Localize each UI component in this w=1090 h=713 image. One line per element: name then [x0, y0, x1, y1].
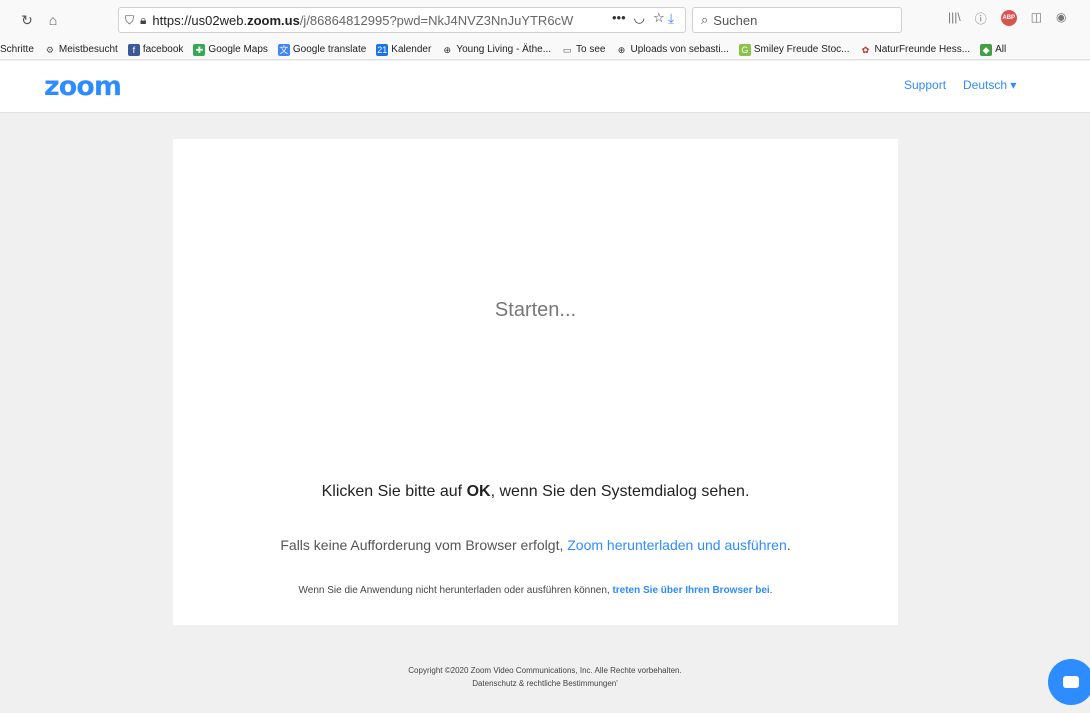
calendar-icon: 21 [376, 43, 389, 56]
bookmark-label: Uploads von sebasti... [630, 44, 729, 55]
support-link[interactable]: Support [904, 78, 946, 92]
library-icon[interactable]: |||\ [948, 10, 961, 27]
pocket-icon[interactable]: ◡ [634, 10, 645, 26]
bookmark-label: facebook [142, 44, 184, 55]
bookmark-label: Meistbesucht [58, 44, 118, 55]
bookmark-item[interactable]: ✿ NaturFreunde Hess... [859, 44, 970, 56]
more-icon[interactable]: ••• [612, 10, 626, 26]
download-prompt-text: Falls keine Aufforderung vom Browser erf… [280, 537, 568, 553]
instruction-ok: OK [466, 483, 491, 500]
browser-join-text: Wenn Sie die Anwendung nicht herunterlad… [298, 585, 613, 596]
browser-join-prompt: Wenn Sie die Anwendung nicht herunterlad… [173, 585, 898, 596]
bookmark-label: Young Living - Äthe... [456, 44, 552, 55]
bookmark-item[interactable]: ▭ To see [561, 44, 606, 56]
lock-icon: 🔒︎ [140, 12, 147, 27]
bookmark-label: Google translate [292, 44, 367, 55]
download-prompt: Falls keine Aufforderung vom Browser erf… [173, 537, 898, 553]
privacy-link[interactable]: Datenschutz & rechtliche Bestimmungen' [0, 677, 1090, 690]
bookmark-item[interactable]: ⊕ Young Living - Äthe... [441, 44, 551, 56]
bookmark-label: To see [576, 44, 606, 55]
starting-text: Starten... [494, 299, 577, 321]
gear-icon: ⚙ [45, 44, 54, 55]
zoom-logo[interactable]: zoom [44, 71, 122, 102]
footer: Copyright ©2020 Zoom Video Communication… [0, 664, 1090, 690]
chat-icon [1063, 676, 1079, 688]
url-host: zoom.us [247, 12, 300, 28]
instruction-pre: Klicken Sie bitte auf [321, 483, 467, 500]
zoom-header: zoom Support Deutsch ▾ [0, 61, 1090, 113]
facebook-icon: f [127, 43, 140, 56]
adblock-icon[interactable]: ABP [1000, 10, 1017, 26]
download-link[interactable]: Zoom herunterladen und ausführen [567, 537, 786, 553]
instruction-text: Klicken Sie bitte auf OK, wenn Sie den S… [173, 483, 898, 501]
globe-icon: ⊕ [617, 44, 626, 55]
bookmarks-bar: Schritte ⚙ Meistbesucht f facebook ✚ Google… [0, 40, 1090, 60]
download-icon[interactable]: ⤓ [668, 10, 674, 27]
download-prompt-end: . [786, 537, 791, 553]
browser-join-link[interactable]: treten Sie über Ihren Browser bei [612, 585, 769, 596]
browser-join-end: . [769, 585, 773, 596]
green-icon: ◆ [980, 43, 993, 56]
search-icon: ⌕ [701, 12, 709, 27]
url-rest: /j/86864812995?pwd=NkJ4NVZ3NnJuYTR6cW [299, 12, 574, 28]
launch-card: Starten... Klicken Sie bitte auf OK, wen… [173, 139, 898, 625]
search-placeholder: Suchen [713, 12, 758, 28]
bookmark-item[interactable]: f facebook [127, 43, 184, 56]
bookmark-item[interactable]: G Smiley Freude Stoc... [738, 43, 850, 56]
bookmark-item[interactable]: Schritte [0, 44, 34, 55]
bookmark-label: Smiley Freude Stoc... [753, 44, 850, 55]
account-icon[interactable]: ◉ [1056, 10, 1066, 27]
shield-icon: ⛉ [125, 12, 135, 27]
url-actions: ••• ◡ ☆ [612, 10, 665, 26]
url-bar[interactable]: ⛉ 🔒︎ https://us02web. zoom.us/j/868648129… [118, 7, 686, 33]
chat-button[interactable] [1048, 659, 1090, 705]
globe-icon: ⊕ [443, 44, 452, 55]
instruction-post: , wenn Sie den Systemdialog sehen. [490, 483, 750, 500]
bookmark-item[interactable]: ◆ All [980, 43, 1007, 56]
translate-icon: 文 [277, 43, 290, 56]
bookmark-label: Schritte [0, 44, 34, 55]
url-prefix: https://us02web. [152, 12, 248, 28]
bookmark-label: NaturFreunde Hess... [874, 44, 971, 55]
smiley-icon: G [738, 43, 751, 56]
bookmark-item[interactable]: ⚙ Meistbesucht [44, 44, 118, 56]
bookmark-label: All [995, 44, 1007, 55]
bookmark-item[interactable]: 21 Kalender [376, 43, 432, 56]
flower-icon: ✿ [861, 44, 870, 55]
reload-icon[interactable]: ↻ [16, 9, 38, 31]
search-input[interactable]: ⌕ Suchen [692, 7, 902, 33]
language-dropdown[interactable]: Deutsch ▾ [963, 78, 1016, 92]
toolbar-right-icons: |||\ ⓘ ABP ◫ ◉ [948, 10, 1067, 27]
sidebar-icon[interactable]: ◫ [1031, 10, 1042, 27]
maps-icon: ✚ [193, 43, 206, 56]
copyright-text: Copyright ©2020 Zoom Video Communication… [408, 666, 682, 675]
star-icon[interactable]: ☆ [653, 10, 665, 26]
bookmark-item[interactable]: 文 Google translate [277, 43, 367, 56]
info-icon[interactable]: ⓘ [975, 10, 987, 27]
bookmark-label: Kalender [391, 44, 432, 55]
bookmark-item[interactable]: ✚ Google Maps [193, 43, 268, 56]
bookmark-item[interactable]: ⊕ Uploads von sebasti... [616, 44, 729, 56]
folder-icon: ▭ [562, 44, 572, 55]
bookmark-label: Google Maps [208, 44, 268, 55]
home-icon[interactable]: ⌂ [42, 9, 64, 31]
